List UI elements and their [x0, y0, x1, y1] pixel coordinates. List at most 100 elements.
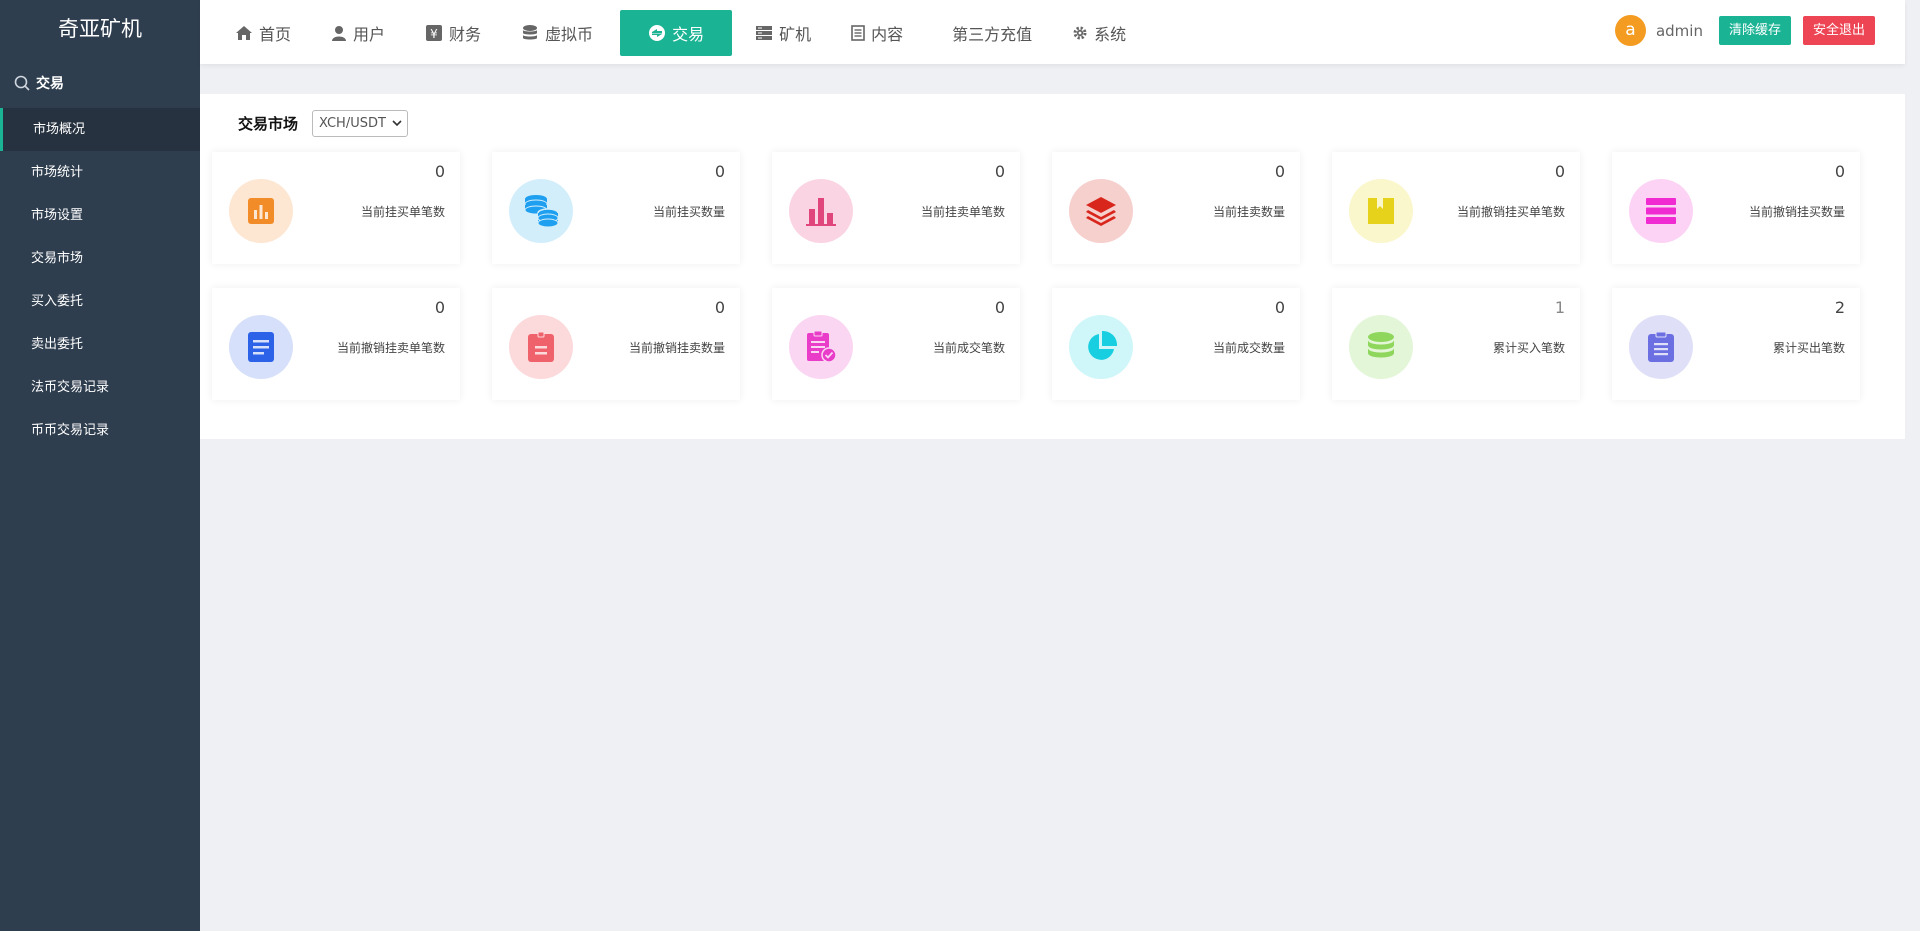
stat-label: 当前撤销挂卖数量: [628, 341, 725, 355]
stat-value: 0: [1274, 162, 1285, 181]
stat-card: 0 当前挂卖数量: [1052, 152, 1300, 264]
avatar[interactable]: a: [1614, 15, 1646, 46]
document-icon: [851, 25, 865, 41]
exchange-icon: [649, 25, 666, 41]
stat-card: 1 累计买入笔数: [1332, 288, 1580, 400]
database-icon: [523, 25, 538, 40]
chevron-down-icon: [392, 120, 402, 127]
stat-card: 0 当前撤销挂卖单笔数: [212, 288, 460, 400]
stat-value: 0: [994, 298, 1005, 317]
coins-icon: [509, 179, 573, 243]
home-icon: [236, 26, 252, 40]
database-stack-icon: [1349, 315, 1413, 379]
nav-content-label: 内容: [871, 25, 904, 44]
stat-card: 0 当前挂卖单笔数: [772, 152, 1020, 264]
sidebar-menu: 市场概况 市场统计 市场设置 交易市场 买入委托 卖出委托 法币交易记录 币币交…: [0, 108, 200, 452]
nav-users[interactable]: 用户: [318, 10, 398, 56]
nav-miners-label: 矿机: [779, 25, 812, 44]
sidebar-item-market-overview[interactable]: 市场概况: [0, 108, 200, 151]
stat-label: 当前撤销挂卖单笔数: [336, 341, 445, 355]
sidebar-item-market-settings[interactable]: 市场设置: [0, 194, 200, 237]
nav-users-label: 用户: [353, 25, 386, 44]
stat-value: 0: [1834, 162, 1845, 181]
stat-card: 0 当前挂买数量: [492, 152, 740, 264]
clipboard-check-icon: [789, 315, 853, 379]
search-icon: [14, 75, 30, 91]
panel-header: 交易市场 XCH/USDT: [238, 110, 409, 137]
stat-card: 0 当前撤销挂买单笔数: [1332, 152, 1580, 264]
nav-trade-label: 交易: [672, 25, 705, 44]
nav-system-label: 系统: [1094, 25, 1127, 44]
market-select-value: XCH/USDT: [319, 116, 386, 131]
stat-label: 当前挂卖数量: [1212, 205, 1285, 219]
list-bars-icon: [1629, 179, 1693, 243]
user-area: a admin 清除缓存 安全退出: [1614, 15, 1875, 46]
brand-title: 奇亚矿机: [58, 17, 142, 41]
sidebar-item-fiat-records[interactable]: 法币交易记录: [0, 366, 200, 409]
yen-icon: ¥: [426, 25, 443, 41]
stat-label: 当前成交数量: [1212, 341, 1285, 355]
nav-third-party-recharge[interactable]: 第三方充值: [930, 10, 1045, 56]
sidebar-item-market-stats[interactable]: 市场统计: [0, 151, 200, 194]
stat-label: 累计买入笔数: [1492, 341, 1565, 355]
bar-chart-icon: [229, 179, 293, 243]
market-select[interactable]: XCH/USDT: [312, 110, 409, 137]
stat-value: 1: [1554, 298, 1565, 317]
stat-label: 当前挂卖单笔数: [920, 205, 1005, 219]
top-nav: 首页 用户 ¥ 财务 虚拟币 交易 矿机 内容 第三方充值 系统: [222, 10, 1153, 56]
stat-value: 0: [434, 298, 445, 317]
market-overview-panel: 交易市场 XCH/USDT 0 当前挂买单笔数 0 当前挂买数量 0 当前挂卖单…: [200, 94, 1905, 439]
clear-cache-button[interactable]: 清除缓存: [1718, 16, 1791, 45]
sidebar-item-trading-market[interactable]: 交易市场: [0, 237, 200, 280]
gear-icon: [1073, 26, 1087, 40]
panel-title: 交易市场: [238, 115, 299, 133]
nav-third-party-label: 第三方充值: [952, 25, 1033, 44]
stat-label: 当前挂买单笔数: [360, 205, 445, 219]
nav-crypto[interactable]: 虚拟币: [508, 10, 606, 56]
logout-button[interactable]: 安全退出: [1802, 16, 1875, 45]
stat-card: 0 当前挂买单笔数: [212, 152, 460, 264]
stat-card: 0 当前撤销挂买数量: [1612, 152, 1860, 264]
nav-content[interactable]: 内容: [838, 10, 916, 56]
username[interactable]: admin: [1656, 22, 1703, 40]
stat-label: 当前撤销挂买数量: [1748, 205, 1845, 219]
stat-label: 当前撤销挂买单笔数: [1456, 205, 1565, 219]
clipboard-icon: [509, 315, 573, 379]
nav-system[interactable]: 系统: [1059, 10, 1139, 56]
stat-value: 0: [1554, 162, 1565, 181]
stat-label: 累计买出笔数: [1772, 341, 1845, 355]
sidebar-section-label: 交易: [36, 76, 64, 92]
nav-home[interactable]: 首页: [222, 10, 304, 56]
nav-crypto-label: 虚拟币: [545, 25, 594, 44]
sidebar-item-buy-orders[interactable]: 买入委托: [0, 280, 200, 323]
layers-icon: [1069, 179, 1133, 243]
nav-finance[interactable]: ¥ 财务: [412, 10, 494, 56]
stat-label: 当前挂买数量: [652, 205, 725, 219]
stat-card: 0 当前成交数量: [1052, 288, 1300, 400]
nav-home-label: 首页: [259, 25, 292, 44]
nav-trade[interactable]: 交易: [620, 10, 733, 56]
stat-value: 0: [714, 162, 725, 181]
stat-value: 2: [1834, 298, 1845, 317]
stat-card: 2 累计买出笔数: [1612, 288, 1860, 400]
user-icon: [332, 26, 347, 41]
document-lines-icon: [229, 315, 293, 379]
stat-label: 当前成交笔数: [932, 341, 1005, 355]
stat-card: 0 当前成交笔数: [772, 288, 1020, 400]
svg-text:¥: ¥: [430, 27, 438, 41]
sidebar-section-title[interactable]: 交易: [0, 58, 200, 108]
server-icon: [756, 26, 773, 40]
stat-value: 0: [994, 162, 1005, 181]
sidebar: 奇亚矿机 交易 市场概况 市场统计 市场设置 交易市场 买入委托 卖出委托 法币…: [0, 0, 200, 931]
clipboard-list-icon: [1629, 315, 1693, 379]
book-icon: [1349, 179, 1413, 243]
stat-card: 0 当前撤销挂卖数量: [492, 288, 740, 400]
sidebar-item-sell-orders[interactable]: 卖出委托: [0, 323, 200, 366]
nav-miners[interactable]: 矿机: [742, 10, 824, 56]
pie-chart-icon: [1069, 315, 1133, 379]
nav-finance-label: 财务: [449, 25, 482, 44]
stat-value: 0: [434, 162, 445, 181]
top-navbar: 首页 用户 ¥ 财务 虚拟币 交易 矿机 内容 第三方充值 系统 a admin…: [200, 0, 1905, 64]
sidebar-item-coin-records[interactable]: 币币交易记录: [0, 409, 200, 452]
stat-value: 0: [1274, 298, 1285, 317]
